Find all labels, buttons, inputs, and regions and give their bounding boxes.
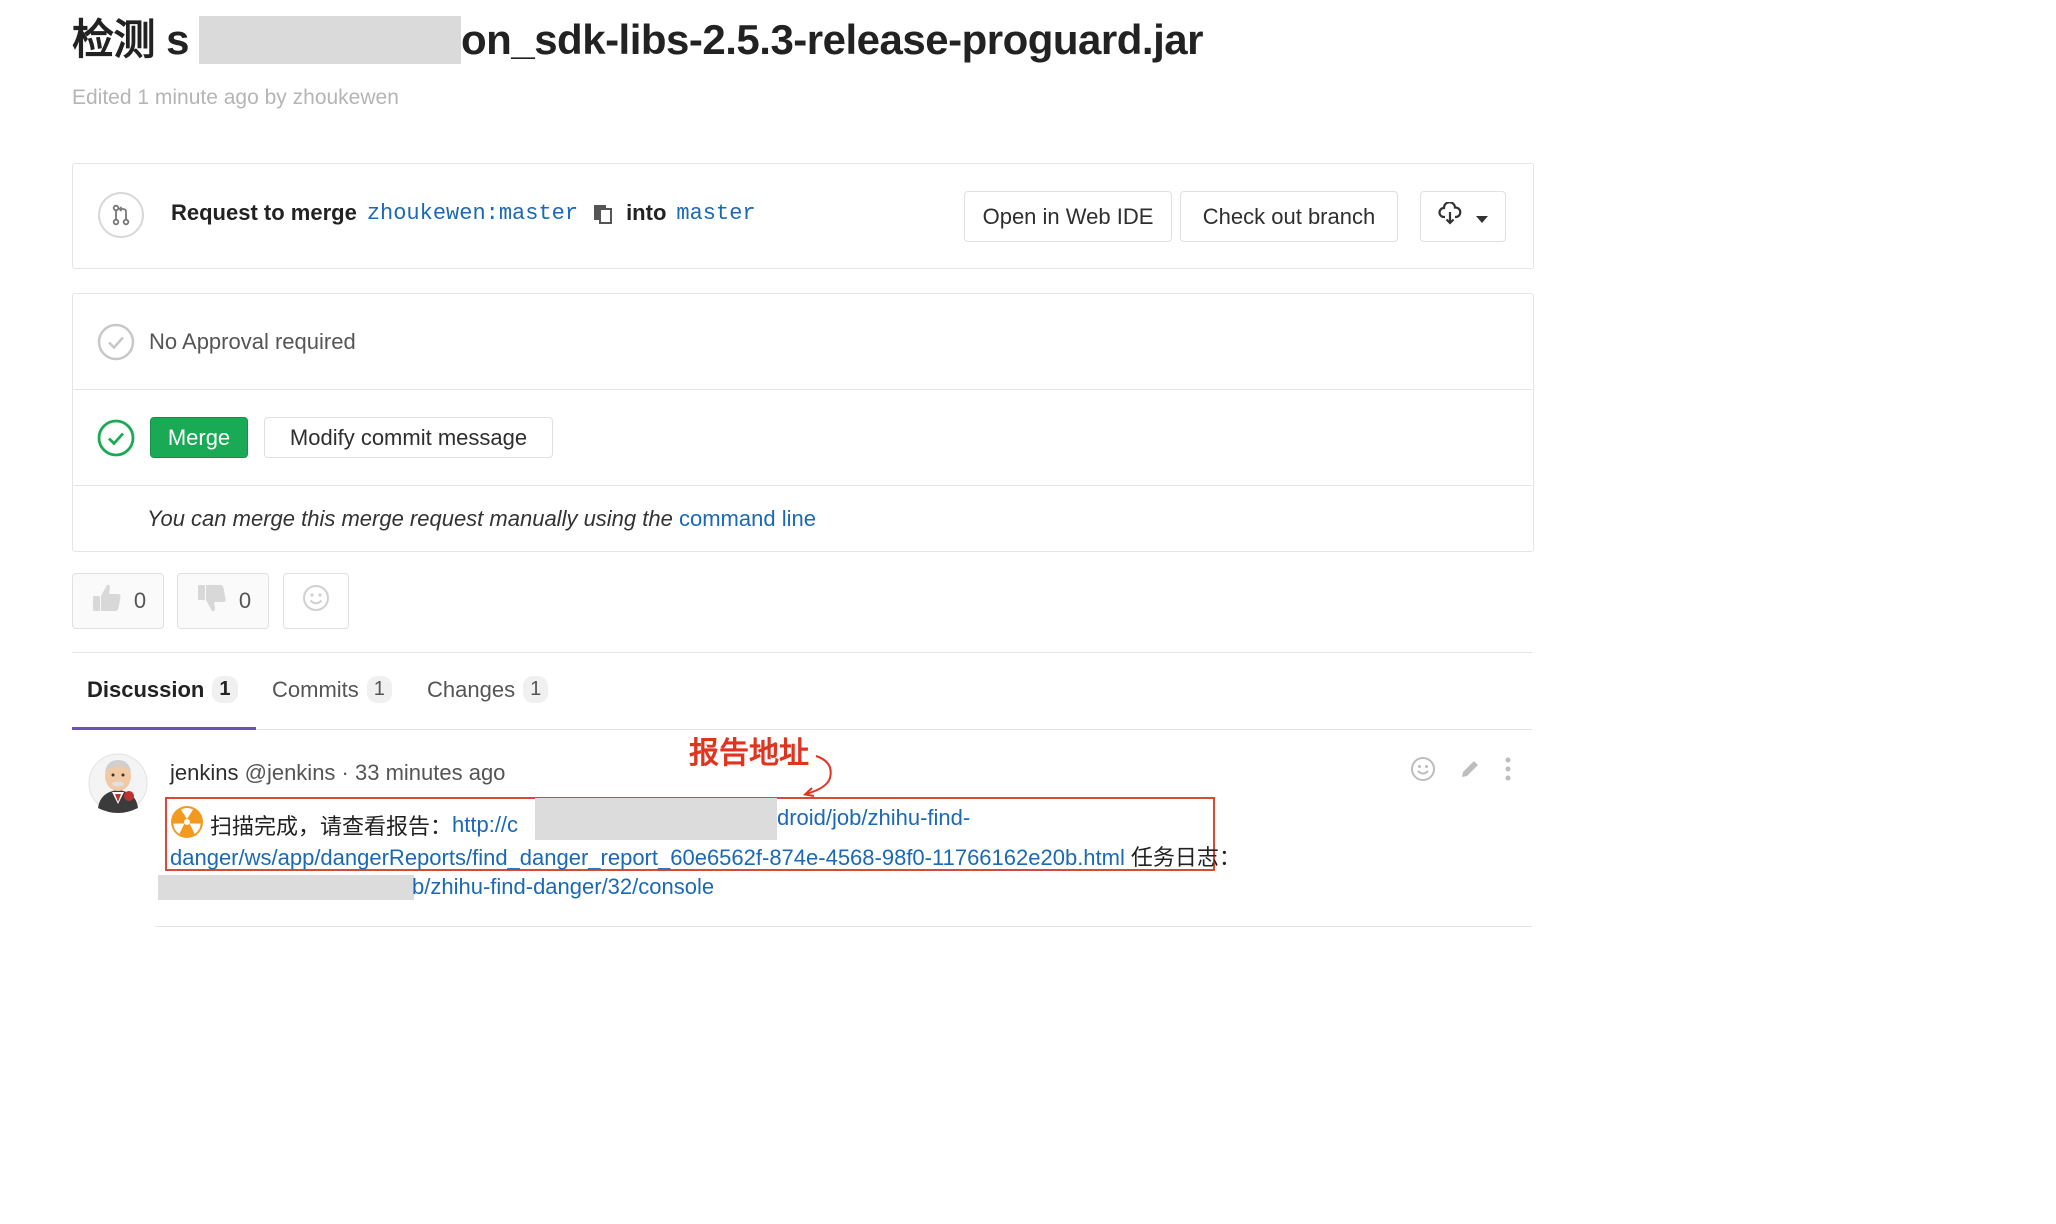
- thumbs-up-award[interactable]: 0: [72, 573, 164, 629]
- edited-info: Edited 1 minute ago by zhoukewen: [72, 86, 399, 109]
- tab-count-badge: 1: [366, 676, 392, 703]
- divider: [73, 389, 1532, 390]
- tab-count-badge: 1: [523, 676, 549, 703]
- tab-label: Discussion: [87, 676, 205, 702]
- thumbs-down-count: 0: [238, 588, 252, 613]
- command-line-link[interactable]: command line: [679, 506, 816, 531]
- open-web-ide-button[interactable]: Open in Web IDE: [964, 191, 1172, 242]
- title-prefix: 检测 s: [72, 16, 190, 63]
- radiation-icon: [170, 805, 204, 845]
- author-handle[interactable]: @jenkins: [245, 760, 336, 785]
- add-reaction-button[interactable]: [283, 573, 349, 629]
- report-address-annotation: 报告地址: [689, 737, 809, 770]
- note-author-line: jenkins @jenkins · 33 minutes ago: [170, 760, 505, 786]
- into-label: into: [626, 200, 667, 225]
- console-log-link[interactable]: b/zhihu-find-danger/32/console: [412, 874, 714, 899]
- check-out-branch-button[interactable]: Check out branch: [1180, 191, 1398, 242]
- source-branch-link[interactable]: zhoukewen:master: [367, 201, 578, 226]
- tab-commits[interactable]: Commits 1: [272, 676, 392, 703]
- more-actions-icon[interactable]: [1504, 756, 1512, 787]
- approval-check-icon: [97, 323, 135, 366]
- report-link-segment: droid/job/zhihu-find-: [777, 805, 970, 831]
- redacted-block: [158, 875, 414, 900]
- thumbs-up-count: 0: [133, 588, 147, 613]
- merge-button[interactable]: Merge: [150, 417, 248, 458]
- modify-commit-message-button[interactable]: Modify commit message: [264, 417, 553, 458]
- merge-request-icon: [98, 192, 144, 238]
- tab-label: Changes: [427, 676, 516, 702]
- active-tab-indicator: [72, 727, 256, 730]
- redacted-block: [199, 16, 462, 64]
- report-link-end[interactable]: droid/job/zhihu-find-: [777, 805, 970, 830]
- author-name[interactable]: jenkins: [170, 760, 238, 785]
- avatar[interactable]: [88, 752, 148, 814]
- note-timestamp: · 33 minutes ago: [335, 760, 506, 785]
- smiley-icon: [302, 584, 330, 618]
- scan-complete-text: 扫描完成，请查看报告：: [210, 814, 453, 839]
- download-dropdown-button[interactable]: [1420, 191, 1506, 242]
- note-body-line3: b/zhihu-find-danger/32/console: [412, 874, 714, 900]
- redacted-block: [535, 798, 777, 840]
- divider: [155, 926, 1532, 927]
- download-icon: [1438, 200, 1462, 232]
- task-log-label: 任务日志：: [1130, 845, 1241, 870]
- thumbs-down-icon: [195, 581, 229, 621]
- approval-status: No Approval required: [149, 329, 356, 354]
- cli-text: You can merge this merge request manuall…: [147, 506, 673, 531]
- request-label: Request to merge: [171, 200, 357, 225]
- tab-changes[interactable]: Changes 1: [427, 676, 549, 703]
- command-line-hint: You can merge this merge request manuall…: [147, 506, 816, 532]
- divider: [72, 652, 1532, 653]
- page-title: 检测 s on_sdk-libs-2.5.3-release-proguard.j…: [72, 6, 1203, 67]
- success-check-icon: [97, 419, 135, 462]
- tab-label: Commits: [272, 676, 359, 702]
- thumbs-up-icon: [90, 581, 124, 621]
- merge-request-description: Request to merge zhoukewen:master into m…: [171, 200, 756, 226]
- tab-count-badge: 1: [212, 676, 238, 703]
- copy-icon[interactable]: [592, 202, 614, 224]
- title-suffix: on_sdk-libs-2.5.3-release-proguard.jar: [461, 16, 1203, 63]
- divider: [73, 485, 1532, 486]
- add-reaction-icon[interactable]: [1410, 756, 1436, 787]
- report-link-start[interactable]: http://c: [452, 812, 518, 838]
- note-body-line1: 扫描完成，请查看报告： http://c: [170, 805, 518, 845]
- note-body-line2: danger/ws/app/dangerReports/find_danger_…: [170, 840, 1241, 872]
- edit-pencil-icon[interactable]: [1458, 757, 1482, 786]
- note-actions: [1410, 756, 1512, 787]
- target-branch-link[interactable]: master: [676, 201, 755, 226]
- thumbs-down-award[interactable]: 0: [177, 573, 269, 629]
- report-link-path[interactable]: danger/ws/app/dangerReports/find_danger_…: [170, 845, 1125, 870]
- tab-discussion[interactable]: Discussion 1: [87, 676, 238, 703]
- chevron-down-icon: [1476, 204, 1488, 230]
